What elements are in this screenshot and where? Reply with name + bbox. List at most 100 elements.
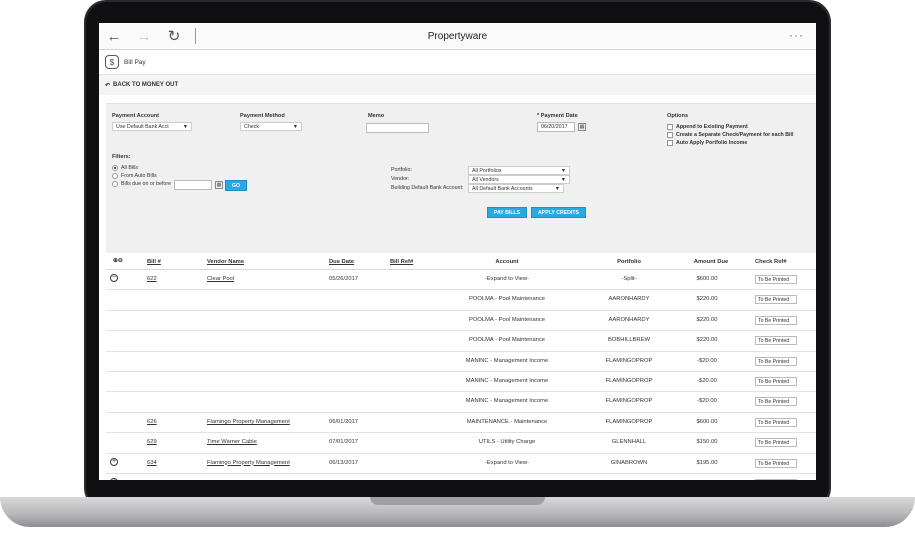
due-date: 05/26/2017 [329,276,359,282]
expand-icon[interactable]: + [110,477,118,480]
due-date-input[interactable] [174,180,212,190]
payment-account-value: Use Default Bank Acct [116,123,169,130]
bill-number-link[interactable]: 634 [147,460,157,466]
col-due-date[interactable]: Due Date [329,259,354,265]
toolbar-divider [195,28,196,44]
check-ref-input[interactable]: To Be Printed [755,417,797,427]
bank-account-label: Building Default Bank Account: [391,185,464,191]
payment-method-value: Check [244,123,260,130]
payment-account-select[interactable]: Use Default Bank Acct ▼ [112,122,192,131]
check-ref-input[interactable]: To Be Printed [755,356,797,366]
col-vendor[interactable]: Vendor Name [207,259,244,265]
payment-method-select[interactable]: Check ▼ [240,122,302,131]
auto-apply-label: Auto Apply Portfolio Income [676,140,748,146]
auto-bills-radio[interactable] [112,173,118,179]
vendor-name-link[interactable]: Flamingo Property Management [207,419,290,425]
check-ref-input[interactable]: To Be Printed [755,336,797,346]
portfolio-cell: FLAMINGOPROP [605,418,653,425]
vendor-name-link[interactable]: Time Warner Cable [207,439,257,445]
check-ref-input[interactable]: To Be Printed [755,275,797,284]
amount-due: -$20.00 [697,377,717,384]
check-ref-input[interactable]: To Be Printed [755,438,797,448]
check-ref-input[interactable]: To Be Printed [755,295,797,305]
bills-table: ⊕⊖ Bill # Vendor Name Due Date Bill Ref#… [106,255,816,480]
apply-credits-button[interactable]: APPLY CREDITS [531,207,586,218]
all-bills-radio[interactable] [112,165,118,171]
check-ref-input[interactable]: To Be Printed [755,397,797,407]
separate-check-label: Create a Separate Check/Payment for each… [676,132,794,138]
separate-check-checkbox[interactable] [667,132,673,138]
dropdown-arrow-icon: ▼ [560,167,566,174]
auto-bills-label: From Auto Bills [121,173,157,179]
bill-number-link[interactable]: 622 [147,276,157,282]
col-bill-ref[interactable]: Bill Ref# [390,259,413,265]
payment-account-label: Payment Account [112,113,160,119]
payment-method-label: Payment Method [240,113,285,119]
expand-icon[interactable]: + [110,457,118,466]
portfolio-cell: AARONHARDY [608,296,650,303]
table-row: POOLMA - Pool Maintenance AARONHARDY $220.… [106,311,816,332]
table-row: MANINC - Management Income FLAMINGOPROP -$… [106,392,816,413]
go-button[interactable]: GO [225,180,247,191]
portfolio-value: All Portfolios [472,167,502,174]
dropdown-arrow-icon: ▼ [292,123,298,130]
bill-number-link[interactable]: 626 [147,419,157,425]
table-row: +618Johnny's General Contractor Services… [106,474,816,480]
bill-number-link[interactable]: 629 [147,439,157,445]
col-portfolio: Portfolio [617,259,641,265]
table-body: − 622 Clear Pool 05/26/2017 -Expand to View-… [106,270,816,480]
all-bills-label: All Bills [121,165,139,171]
check-ref-input[interactable]: To Be Printed [755,376,797,386]
account-cell: UTILS - Utility Charge [478,439,536,446]
account-cell: MAINTENANCE - Maintenance [466,418,548,425]
due-date: 07/01/2017 [329,439,359,446]
refresh-icon[interactable]: ↻ [159,23,189,50]
page-title: Propertyware [427,31,488,42]
account-cell: POOLMA - Pool Maintenance [468,316,546,323]
portfolio-cell: AARONHARDY [608,316,650,323]
append-existing-checkbox[interactable] [667,124,673,130]
back-link[interactable]: ↶ BACK TO MONEY OUT [99,75,816,95]
bill-icon: $ [105,55,119,69]
portfolio-cell: GLENNHALL [611,439,647,446]
check-ref-input[interactable]: To Be Printed [755,478,797,480]
portfolio-cell: -Split- [621,276,637,282]
check-ref-input[interactable]: To Be Printed [755,315,797,325]
amount-due: $195.00 [696,459,718,466]
col-check-ref: Check Ref# [755,259,787,265]
collapse-icon[interactable]: − [110,274,118,282]
account-cell: MANINC - Management Income [465,398,549,405]
bill-pay-form: Payment Account Use Default Bank Acct ▼ P… [106,103,816,253]
table-row: MANINC - Management Income FLAMINGOPROP -$… [106,352,816,372]
col-account: Account [495,259,519,265]
expand-all-icon[interactable]: ⊕⊖ [113,258,123,264]
due-before-radio[interactable] [112,181,118,187]
table-row: POOLMA - Pool Maintenance AARONHARDY $220.… [106,290,816,311]
calendar-icon[interactable]: ▦ [215,181,223,189]
portfolio-cell: GINABROWN [610,459,648,466]
due-date: 06/01/2017 [329,418,359,425]
table-row: MANINC - Management Income FLAMINGOPROP -$… [106,372,816,393]
pay-bills-button[interactable]: PAY BILLS [487,207,527,218]
check-ref-input[interactable]: To Be Printed [755,458,797,468]
vendor-select[interactable]: All Vendors ▼ [468,175,570,184]
bank-account-select[interactable]: All Default Bank Accounts ▼ [468,184,564,193]
back-arrow-icon[interactable]: ← [99,23,129,50]
payment-date-input[interactable]: 06/20/2017 [537,122,575,132]
forward-arrow-icon[interactable]: → [129,23,159,50]
vendor-name-link[interactable]: Clear Pool [207,276,234,282]
auto-apply-checkbox[interactable] [667,140,673,146]
vendor-name-link[interactable]: Flamingo Property Management [207,460,290,466]
col-bill[interactable]: Bill # [147,259,161,265]
calendar-icon[interactable]: ▦ [578,123,586,131]
account-cell: -Expand to View- [484,276,530,282]
table-row: 629 Time Warner Cable 07/01/2017 UTILS - Ut… [106,433,816,454]
amount-due: -$20.00 [697,398,717,405]
amount-due: $600.00 [696,276,718,282]
portfolio-select[interactable]: All Portfolios ▼ [468,166,570,175]
more-icon[interactable]: ··· [789,28,804,42]
memo-input[interactable] [366,123,429,133]
app-header: $ Bill Pay [99,50,816,75]
back-link-icon: ↶ [105,82,111,89]
vendor-label: Vendor: [391,176,410,182]
